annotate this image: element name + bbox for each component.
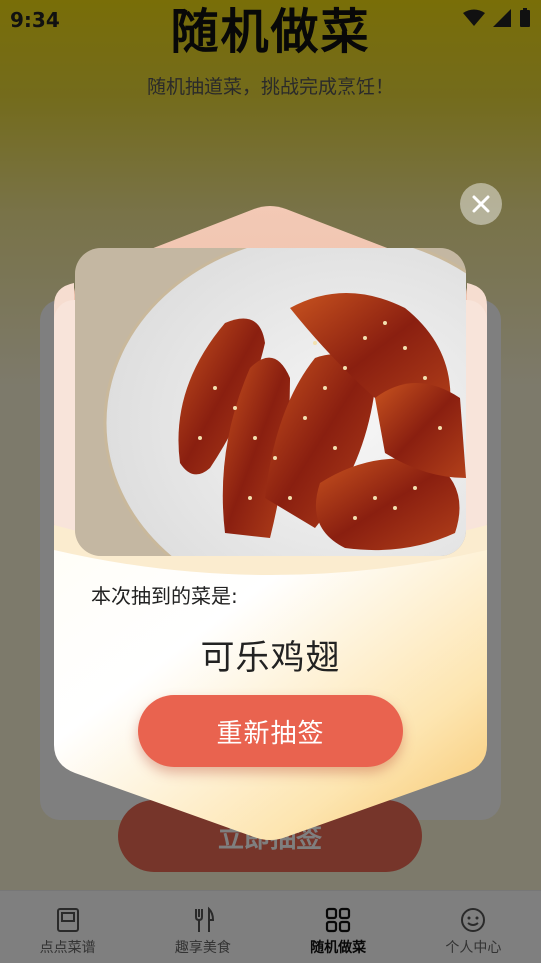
dish-name: 可乐鸡翅: [200, 638, 341, 678]
redraw-button[interactable]: 重新抽签: [138, 695, 403, 767]
result-label: 本次抽到的菜是:: [91, 584, 238, 608]
dish-photo: [75, 248, 466, 556]
